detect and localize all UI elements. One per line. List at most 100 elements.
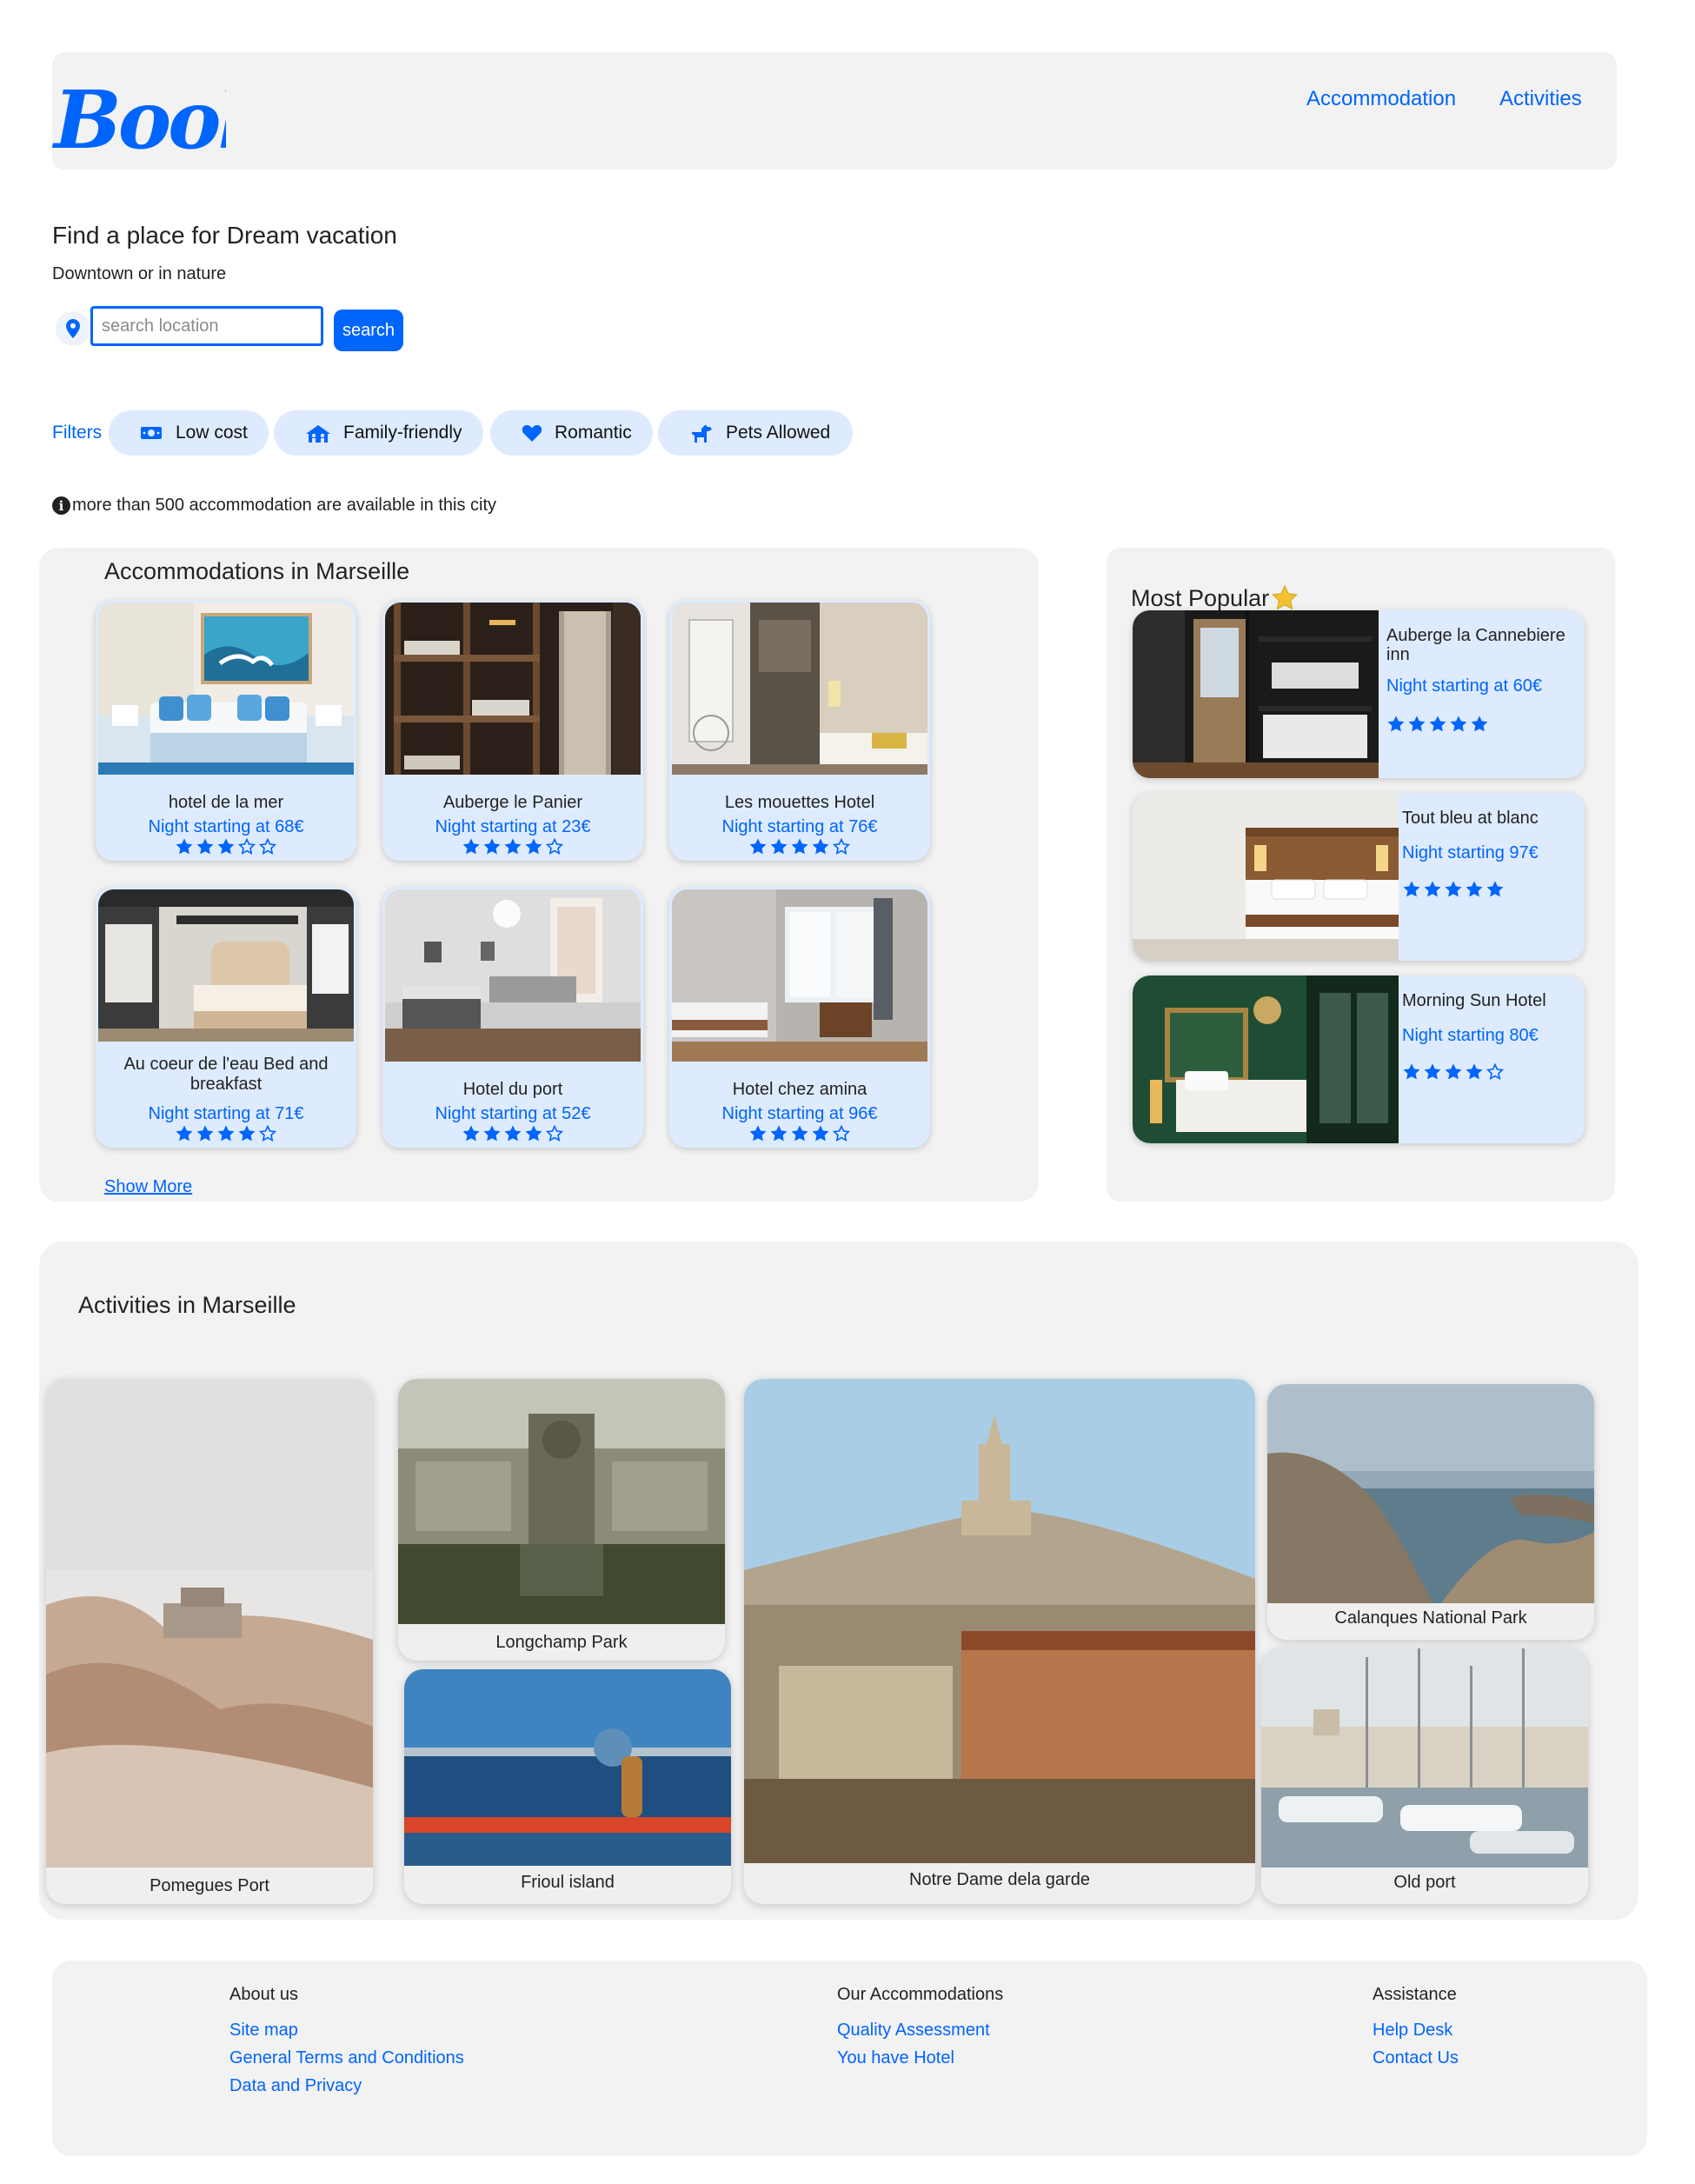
star-filled-icon [1470,715,1489,734]
accommodation-price: Night starting at 76€ [721,817,878,836]
star-filled-icon [1428,715,1447,734]
star-filled-icon [769,837,788,856]
filter-romantic[interactable]: Romantic [490,410,653,456]
filter-family-friendly[interactable]: Family-friendly [274,410,483,456]
footer-heading: About us [229,1985,298,2004]
star-filled-icon [1423,880,1442,899]
accommodation-card[interactable]: Hotel du port Night starting at 52€ [382,887,643,1148]
popular-card[interactable]: Tout bleu at blanc Night starting 97€ [1133,793,1585,961]
nav-accommodation[interactable]: Accommodation [1306,87,1456,111]
popular-card[interactable]: Auberge la Cannebiere inn Night starting… [1133,610,1585,778]
popular-name: Tout bleu at blanc [1402,809,1539,828]
filter-label: Low cost [176,423,248,443]
hero-title: Find a place for Dream vacation [52,222,397,249]
activities-section: Activities in Marseille Pomegues Port Lo… [39,1242,1638,1920]
popular-price: Night starting 80€ [1402,1026,1539,1045]
info-text: more than 500 accommodation are availabl… [72,496,497,515]
star-empty-icon [832,1124,851,1143]
hero-subtitle: Downtown or in nature [52,264,227,283]
filter-pets-allowed[interactable]: Pets Allowed [658,410,853,456]
star-filled-icon [175,1124,194,1143]
footer-link-site-map[interactable]: Site map [229,2021,298,2040]
info-circle-icon: i [52,496,70,515]
activity-label: Old port [1393,1873,1456,1892]
rating-stars [382,1124,643,1143]
popular-photo [1133,975,1399,1143]
star-filled-icon [1444,880,1463,899]
footer-link-help-desk[interactable]: Help Desk [1373,2021,1452,2040]
footer-column-assistance: Assistance Help Desk Contact Us [1373,1985,1459,2073]
activities-title: Activities in Marseille [78,1292,296,1318]
filter-low-cost[interactable]: Low cost [109,410,269,456]
star-filled-icon [237,1124,256,1143]
star-empty-icon [832,837,851,856]
star-filled-icon [1444,1062,1463,1082]
rating-stars [1386,715,1489,734]
popular-card[interactable]: Morning Sun Hotel Night starting 80€ [1133,975,1585,1143]
star-empty-icon [258,1124,277,1143]
footer-column-accommodations: Our Accommodations Quality Assessment Yo… [837,1985,1003,2073]
accommodation-name: Hotel chez amina [732,1080,867,1099]
show-more-link[interactable]: Show More [104,1177,192,1197]
star-empty-icon [545,837,564,856]
accommodation-photo [672,603,927,775]
footer-link-quality[interactable]: Quality Assessment [837,2021,990,2040]
star-filled-icon [1449,715,1468,734]
most-popular-title: Most Popular [1131,584,1299,612]
accommodation-photo [385,889,641,1062]
accommodation-price: Night starting at 52€ [435,1104,591,1123]
star-empty-icon [1486,1062,1505,1082]
search-input[interactable] [90,306,323,346]
star-filled-icon [462,1124,481,1143]
popular-photo [1133,793,1399,961]
footer-link-terms[interactable]: General Terms and Conditions [229,2048,464,2067]
filters-label: Filters [52,423,103,443]
accommodation-price: Night starting at 96€ [721,1104,878,1123]
activity-card[interactable]: Pomegues Port [46,1379,373,1904]
footer-link-you-have-hotel[interactable]: You have Hotel [837,2048,954,2067]
accommodation-photo [98,889,354,1042]
accommodation-name: Hotel du port [462,1080,563,1099]
dog-icon [692,425,712,443]
star-filled-icon [216,1124,236,1143]
heart-icon [522,424,542,442]
accommodation-card[interactable]: Hotel chez amina Night starting at 96€ [669,887,930,1148]
star-icon [1272,584,1299,610]
star-filled-icon [811,837,830,856]
activity-card[interactable]: Longchamp Park [398,1379,725,1661]
popular-photo [1133,610,1379,778]
star-filled-icon [503,1124,522,1143]
activity-label: Calanques National Park [1334,1608,1527,1628]
star-filled-icon [1402,1062,1421,1082]
popular-name: Morning Sun Hotel [1402,991,1546,1010]
accommodation-name: Au coeur de l'eau Bed and breakfast [123,1055,329,1094]
booki-logo[interactable]: Booki [51,61,300,167]
activity-card[interactable]: Frioul island [404,1669,731,1904]
footer-link-privacy[interactable]: Data and Privacy [229,2076,362,2095]
star-filled-icon [748,1124,768,1143]
star-filled-icon [1486,880,1505,899]
activity-photo [1267,1384,1594,1603]
accommodation-card[interactable]: Auberge le Panier Night starting at 23€ [382,600,643,861]
star-filled-icon [175,837,194,856]
activity-card[interactable]: Calanques National Park [1267,1384,1594,1640]
accommodation-price: Night starting at 23€ [435,817,591,836]
header: Booki Accommodation Activities [51,52,1617,170]
footer-link-contact[interactable]: Contact Us [1373,2048,1459,2067]
family-icon [306,425,330,443]
star-empty-icon [237,837,256,856]
activity-card[interactable]: Notre Dame dela garde [744,1379,1255,1904]
search-button[interactable]: search [334,310,403,351]
nav-activities[interactable]: Activities [1499,87,1582,111]
activity-card[interactable]: Old port [1261,1648,1588,1904]
location-pin-icon [56,311,90,346]
accommodation-card[interactable]: Les mouettes Hotel Night starting at 76€ [669,600,930,861]
svg-text:Booki: Booki [52,73,226,161]
accommodation-card[interactable]: Au coeur de l'eau Bed and breakfast Nigh… [96,887,356,1148]
accommodation-photo [385,603,641,775]
accommodation-name: hotel de la mer [168,793,284,812]
accommodation-card[interactable]: hotel de la mer Night starting at 68€ [96,600,356,861]
activity-photo [398,1379,725,1624]
accommodation-price: Night starting at 71€ [148,1104,304,1123]
star-filled-icon [524,837,543,856]
